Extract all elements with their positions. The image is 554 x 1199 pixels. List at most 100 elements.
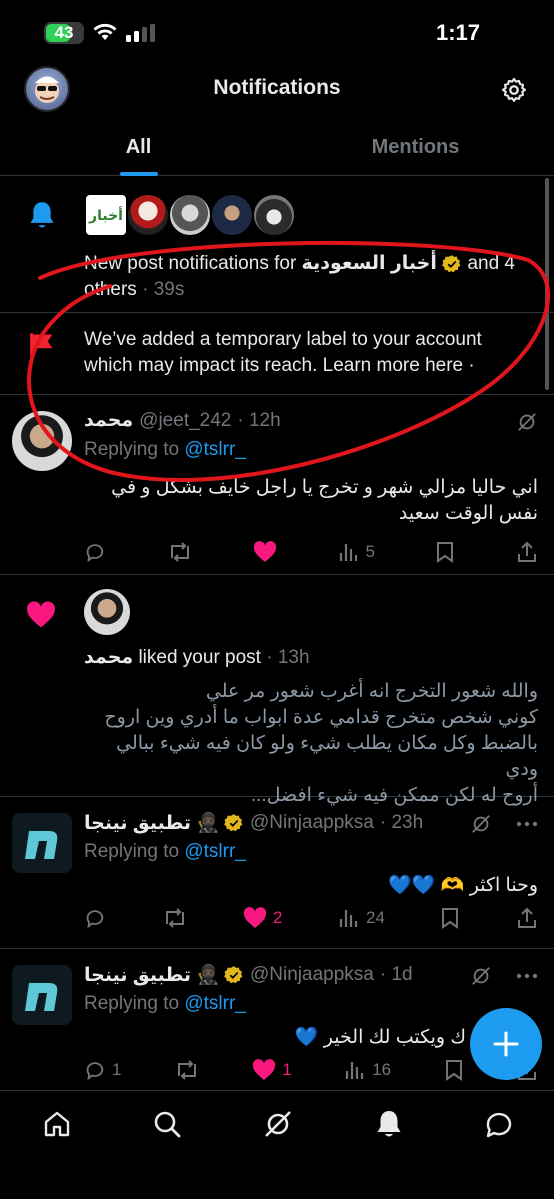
bookmark-icon: [437, 542, 454, 563]
heart-filled-icon: [27, 601, 55, 628]
post-header: تطبيق نينجا 🥷🏿 @Ninjaappksa · 23h: [84, 811, 534, 835]
reply-post[interactable]: تطبيق نينجا 🥷🏿 @Ninjaappksa · 1d Replyin…: [0, 949, 554, 1091]
avatar[interactable]: [126, 193, 170, 237]
reply-post[interactable]: تطبيق نينجا 🥷🏿 @Ninjaappksa · 23h Replyi…: [0, 797, 554, 949]
tab-mentions[interactable]: Mentions: [277, 118, 554, 175]
like-button[interactable]: [253, 541, 277, 563]
grok-icon[interactable]: [263, 1109, 293, 1139]
like-button[interactable]: 1: [252, 1059, 292, 1081]
tab-all[interactable]: All: [0, 118, 277, 176]
views-count: 5: [365, 542, 375, 561]
replying-handle[interactable]: @tslrr_: [184, 439, 246, 460]
messages-icon[interactable]: [484, 1109, 514, 1139]
liked-post-preview: والله شعور التخرج انه أغرب شعور مر علي ك…: [84, 679, 538, 809]
post-header-actions: [470, 965, 538, 987]
liker-name[interactable]: محمد: [84, 647, 133, 668]
author-handle[interactable]: @Ninjaappksa: [250, 812, 374, 834]
repost-icon: [177, 1060, 196, 1080]
author-name[interactable]: تطبيق نينجا 🥷🏿: [84, 963, 220, 987]
notification-others: others: [84, 279, 137, 300]
repost-button[interactable]: [174, 1059, 200, 1081]
heart-filled-icon: [243, 907, 267, 928]
notifications-feed: أخبار New post notifications for أخبار ا…: [0, 177, 554, 1091]
author-name[interactable]: محمد: [84, 409, 133, 432]
avatar[interactable]: [252, 193, 296, 237]
replying-prefix: Replying to: [84, 841, 185, 862]
verified-gold-icon: [224, 966, 243, 984]
like-summary: محمد liked your post · 13h: [84, 645, 310, 671]
views-button[interactable]: 5: [338, 541, 375, 563]
author-handle[interactable]: @jeet_242: [139, 410, 231, 432]
preview-line: كوني شخص متخرج قدامي عدة ابواب ما أدري و…: [104, 707, 538, 728]
page-title: Notifications: [213, 76, 341, 99]
account-name[interactable]: أخبار السعودية: [302, 253, 437, 274]
reply-icon: [86, 910, 104, 929]
likes-count: 1: [282, 1060, 292, 1079]
grok-icon[interactable]: [470, 965, 492, 987]
gear-icon[interactable]: [500, 76, 528, 104]
author-name[interactable]: تطبيق نينجا 🥷🏿: [84, 811, 220, 835]
views-button[interactable]: 24: [338, 907, 385, 929]
reply-button[interactable]: [84, 907, 106, 929]
post-actions: 5: [84, 541, 538, 563]
reply-post[interactable]: محمد @jeet_242 · 12h Replying to @tslrr_…: [0, 395, 554, 575]
more-icon[interactable]: [516, 821, 538, 827]
post-time: · 23h: [379, 812, 424, 833]
replying-handle[interactable]: @tslrr_: [184, 993, 246, 1014]
notification-time: · 13h: [260, 647, 310, 668]
heart-filled-icon: [253, 1059, 276, 1080]
post-body: وحنا اكثر 🫶 💙💙: [388, 875, 538, 896]
repost-button[interactable]: [167, 541, 193, 563]
compose-button[interactable]: [470, 1008, 542, 1080]
avatar[interactable]: [168, 193, 212, 237]
clock: 1:17: [435, 20, 480, 45]
wifi-icon: [93, 23, 117, 40]
notification-text: New post notifications for أخبار السعودي…: [84, 251, 544, 303]
notification-time: · 39s: [136, 279, 185, 300]
bookmark-button[interactable]: [440, 907, 460, 929]
grok-icon[interactable]: [470, 813, 492, 835]
notification-tabs: All Mentions: [0, 118, 554, 176]
avatar[interactable]: [210, 193, 254, 237]
post-actions: 1 1 16: [84, 1059, 538, 1081]
reply-button[interactable]: [84, 541, 106, 563]
reply-button[interactable]: 1: [84, 1059, 121, 1081]
flag-icon: [30, 333, 53, 360]
post-header-actions: [516, 411, 538, 433]
notification-like[interactable]: محمد liked your post · 13h والله شعور ال…: [0, 575, 554, 806]
avatar[interactable]: [12, 411, 72, 471]
replying-handle[interactable]: @tslrr_: [184, 841, 246, 862]
more-icon[interactable]: [516, 973, 538, 979]
reply-icon: [86, 544, 104, 563]
notification-new-posts[interactable]: أخبار New post notifications for أخبار ا…: [0, 177, 554, 313]
avatar[interactable]: [12, 965, 72, 1025]
share-button[interactable]: [516, 541, 538, 563]
repost-button[interactable]: [162, 907, 188, 929]
avatar[interactable]: [12, 813, 72, 873]
notifications-icon[interactable]: [374, 1109, 404, 1139]
grok-icon[interactable]: [516, 411, 538, 433]
label-notice-line2[interactable]: which may impact its reach. Learn more h…: [84, 355, 475, 376]
replies-count: 1: [112, 1060, 122, 1079]
avatar[interactable]: أخبار: [84, 193, 128, 237]
active-tab-indicator: [119, 172, 158, 176]
views-button[interactable]: 16: [344, 1059, 391, 1081]
share-icon: [517, 541, 536, 562]
author-handle[interactable]: @Ninjaappksa: [250, 964, 374, 986]
plus-icon: [493, 1031, 519, 1057]
notification-account-label[interactable]: We’ve added a temporary label to your ac…: [0, 313, 554, 395]
share-button[interactable]: [516, 907, 538, 929]
verified-gold-icon: [224, 814, 243, 832]
like-button[interactable]: 2: [243, 907, 283, 929]
reply-icon: [86, 1062, 104, 1081]
like-action-text: liked your post: [133, 647, 261, 668]
home-icon[interactable]: [42, 1109, 72, 1139]
avatar[interactable]: [84, 589, 130, 635]
bell-icon: [30, 202, 54, 228]
post-body-line: نفس الوقت سعيد: [398, 503, 538, 524]
bookmark-button[interactable]: [435, 541, 455, 563]
verified-gold-icon: [442, 255, 461, 273]
replying-to: Replying to @tslrr_: [84, 993, 246, 1015]
search-icon[interactable]: [152, 1109, 182, 1139]
bookmark-button[interactable]: [444, 1059, 464, 1081]
